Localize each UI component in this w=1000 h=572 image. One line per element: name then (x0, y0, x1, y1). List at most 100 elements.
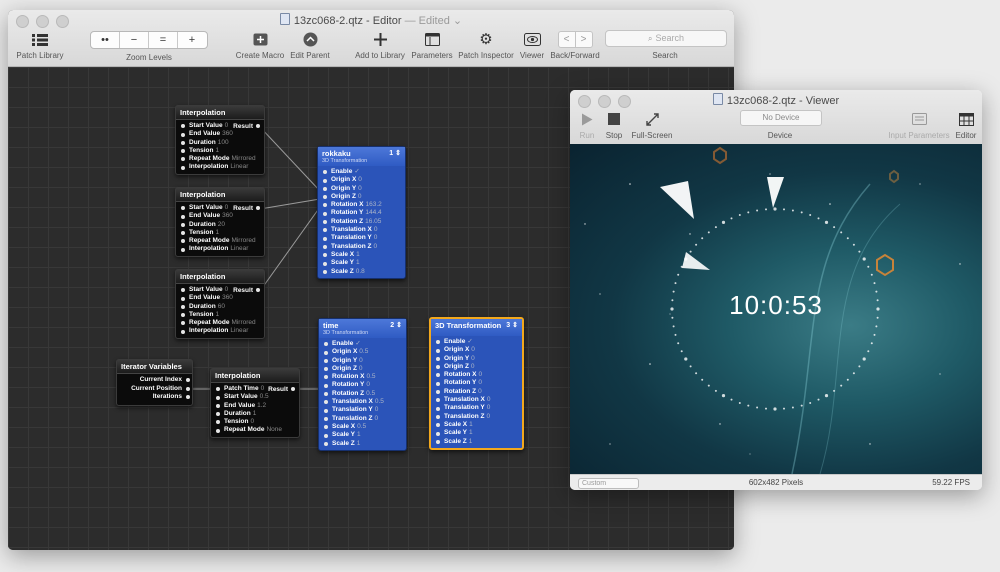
input-port[interactable]: Translation X0 (435, 396, 518, 404)
result-port[interactable]: Result (233, 123, 260, 130)
input-port[interactable]: Interpolation Linear (180, 245, 260, 253)
edited-indicator[interactable]: — Edited ⌄ (405, 15, 463, 27)
input-port[interactable]: Repeat Mode Mirrored (180, 319, 260, 327)
input-port[interactable]: Repeat Mode None (215, 426, 295, 434)
result-port[interactable]: Result (268, 386, 295, 393)
zoom-out-button[interactable]: − (120, 32, 149, 48)
input-port[interactable]: Rotation Z 0.5 (323, 390, 402, 398)
input-port[interactable]: Duration 60 (180, 303, 260, 311)
input-port[interactable]: Rotation Z0 (435, 388, 518, 396)
port-value: Mirrored (231, 155, 256, 163)
input-port[interactable]: Origin Z0 (323, 365, 402, 373)
input-port[interactable]: Interpolation Linear (180, 327, 260, 335)
full-screen-button[interactable]: Full-Screen (630, 109, 674, 140)
input-port[interactable]: Rotation Y0 (435, 379, 518, 387)
input-port[interactable]: Duration 100 (180, 139, 260, 147)
interpolation-node[interactable]: Interpolation Patch Time 0 Start Value 0.5 E… (210, 368, 300, 438)
input-port[interactable]: Origin Y0 (322, 185, 401, 193)
input-port[interactable]: Tension 1 (180, 311, 260, 319)
run-button[interactable]: Run (576, 109, 598, 140)
iterations-port[interactable]: Iterations (117, 393, 192, 402)
iterator-variables-node[interactable]: Iterator Variables Current Index Current… (116, 359, 193, 406)
zoom-in-button[interactable]: + (178, 32, 206, 48)
input-port[interactable]: Scale Z1 (435, 438, 518, 446)
zoom-fit-button[interactable]: •• (91, 32, 120, 48)
input-port[interactable]: End Value 360 (180, 130, 260, 138)
input-port[interactable]: End Value 1.2 (215, 402, 295, 410)
layer-index-stepper[interactable]: 1 ⇕ (389, 149, 401, 157)
current-index-port[interactable]: Current Index (117, 376, 192, 385)
parameters-button[interactable]: Parameters (410, 29, 454, 60)
input-port[interactable]: Origin Y0 (435, 355, 518, 363)
create-macro-button[interactable]: Create Macro (234, 29, 286, 60)
input-port[interactable]: Translation X 0.5 (323, 398, 402, 406)
input-port[interactable]: Scale Z1 (323, 440, 402, 448)
editor-button[interactable]: Editor (953, 109, 979, 140)
input-port[interactable]: Translation Y0 (323, 406, 402, 414)
input-port[interactable]: Tension 1 (180, 147, 260, 155)
input-port[interactable]: Scale Y1 (322, 259, 401, 267)
rokkaku-transform-node[interactable]: rokkaku 3D Transformation 1 ⇕ Enable ✓ Ori… (317, 146, 406, 279)
input-port[interactable]: Tension 0 (215, 418, 295, 426)
input-port[interactable]: Origin Y0 (323, 357, 402, 365)
time-transform-node[interactable]: time 3D Transformation 2 ⇕ Enable ✓ Origin… (318, 318, 407, 451)
input-port[interactable]: Enable ✓ (323, 340, 402, 348)
patch-library-button[interactable]: Patch Library (14, 29, 66, 60)
search-input[interactable]: ⌕ Search (605, 30, 727, 47)
input-port[interactable]: Translation Y0 (322, 234, 401, 242)
current-position-port[interactable]: Current Position (117, 385, 192, 394)
input-parameters-button[interactable]: Input Parameters (886, 109, 952, 140)
input-port[interactable]: Rotation X 0.5 (323, 373, 402, 381)
input-port[interactable]: Scale X1 (435, 421, 518, 429)
input-port[interactable]: Rotation Z 16.05 (322, 218, 401, 226)
input-port[interactable]: Duration 1 (215, 410, 295, 418)
3d-transformation-node[interactable]: 3D Transformation 3 ⇕ Enable ✓ Origin X 0 Or… (429, 317, 524, 450)
input-port[interactable]: Origin Z0 (322, 193, 401, 201)
back-chevron-icon[interactable]: < (559, 31, 576, 47)
input-port[interactable]: Tension 1 (180, 229, 260, 237)
input-port[interactable]: Scale Y1 (323, 431, 402, 439)
input-port[interactable]: Enable ✓ (322, 168, 401, 176)
result-port[interactable]: Result (233, 205, 260, 212)
input-port[interactable]: Origin X0 (322, 176, 401, 184)
input-port[interactable]: Translation Z0 (322, 243, 401, 251)
input-port[interactable]: Repeat Mode Mirrored (180, 237, 260, 245)
layer-index-stepper[interactable]: 3 ⇕ (506, 321, 518, 329)
interpolation-node[interactable]: Interpolation Start Value 0 End Value 360 Du… (175, 269, 265, 339)
input-port[interactable]: Rotation Y 144.4 (322, 209, 401, 217)
input-port[interactable]: Interpolation Linear (180, 163, 260, 171)
input-port[interactable]: Rotation X 163.2 (322, 201, 401, 209)
input-port[interactable]: Rotation X0 (435, 371, 518, 379)
input-port[interactable]: Origin X0 (435, 346, 518, 354)
input-port[interactable]: Duration 20 (180, 221, 260, 229)
input-port[interactable]: Origin X 0.5 (323, 348, 402, 356)
interpolation-node[interactable]: Interpolation Start Value 0 End Value 360 Du… (175, 187, 265, 257)
edit-parent-button[interactable]: Edit Parent (288, 29, 332, 60)
input-port[interactable]: End Value 360 (180, 294, 260, 302)
input-port[interactable]: Scale Z 0.8 (322, 268, 401, 276)
input-port[interactable]: Repeat Mode Mirrored (180, 155, 260, 163)
zoom-actual-button[interactable]: = (149, 32, 178, 48)
patch-inspector-button[interactable]: ⚙ Patch Inspector (456, 29, 516, 60)
input-port[interactable]: Enable ✓ (435, 338, 518, 346)
input-port[interactable]: Scale Y1 (435, 429, 518, 437)
viewer-button[interactable]: Viewer (518, 29, 546, 60)
device-select[interactable]: No Device (740, 110, 822, 126)
stop-button[interactable]: Stop (602, 109, 626, 140)
input-port[interactable]: Origin Z0 (435, 363, 518, 371)
input-port[interactable]: Start Value 0.5 (215, 393, 295, 401)
input-port[interactable]: Translation Z0 (323, 415, 402, 423)
add-to-library-button[interactable]: Add to Library (352, 29, 408, 60)
input-port[interactable]: Scale X 0.5 (323, 423, 402, 431)
forward-chevron-icon[interactable]: > (576, 32, 592, 47)
input-port[interactable]: Translation X0 (322, 226, 401, 234)
input-port[interactable]: Rotation Y0 (323, 381, 402, 389)
result-port[interactable]: Result (233, 287, 260, 294)
input-port[interactable]: Scale X1 (322, 251, 401, 259)
interpolation-node[interactable]: Interpolation Start Value 0 End Value 360 Du… (175, 105, 265, 175)
input-port[interactable]: Translation Z0 (435, 413, 518, 421)
input-port[interactable]: End Value 360 (180, 212, 260, 220)
render-canvas[interactable]: 10:0:53 (570, 144, 982, 474)
layer-index-stepper[interactable]: 2 ⇕ (390, 321, 402, 329)
input-port[interactable]: Translation Y0 (435, 404, 518, 412)
